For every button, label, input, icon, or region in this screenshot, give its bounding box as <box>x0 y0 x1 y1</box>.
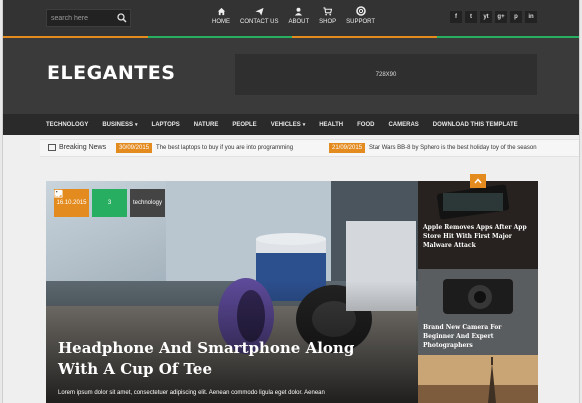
breaking-news-bar: Breaking News 30/09/2015 The best laptop… <box>40 139 579 157</box>
user-icon <box>294 6 304 16</box>
top-nav-label: ABOUT <box>288 19 310 25</box>
search-box <box>46 9 131 27</box>
google-plus-icon[interactable]: g+ <box>495 11 507 23</box>
news-date-badge: 30/09/2015 <box>116 143 153 153</box>
post-tag: technology <box>132 200 163 206</box>
twitter-icon[interactable]: t <box>465 11 477 23</box>
nav-label: DOWNLOAD THIS TEMPLATE <box>432 121 518 128</box>
pinterest-icon[interactable]: p <box>510 11 522 23</box>
news-headline: The best laptops to buy if you are into … <box>156 145 294 151</box>
top-nav-label: SUPPORT <box>346 19 376 25</box>
nav-item-health[interactable]: HEALTH <box>319 122 343 128</box>
news-date-badge: 21/09/2015 <box>329 143 366 153</box>
post-date: 16.10.2015 <box>56 200 87 206</box>
breaking-news-item[interactable]: 21/09/2015 Star Wars BB-8 by Sphero is t… <box>329 143 537 153</box>
top-bar: HOME CONTACT US ABOUT SHOP <box>3 0 579 36</box>
nav-item-cameras[interactable]: CAMERAS <box>388 122 418 128</box>
top-nav-contact[interactable]: CONTACT US <box>235 6 283 25</box>
comment-count: 3 <box>107 200 112 206</box>
site-header: ELEGANTES 728X90 <box>3 38 579 114</box>
nav-item-laptops[interactable]: LAPTOPS <box>152 122 180 128</box>
featured-post[interactable]: 16.10.2015 3 technology Headphone And Sm… <box>46 181 418 403</box>
breaking-news-item[interactable]: 30/09/2015 The best laptops to buy if yo… <box>116 143 293 153</box>
facebook-icon[interactable]: f <box>450 11 462 23</box>
cart-icon <box>323 6 333 16</box>
side-post[interactable]: Brand New Camera For Beginner And Expert… <box>418 269 538 355</box>
top-nav-label: SHOP <box>319 19 337 25</box>
caret-down-icon: ▾ <box>302 121 306 128</box>
nav-label: PEOPLE <box>232 121 257 128</box>
side-post-image <box>418 355 538 403</box>
main-nav: TECHNOLOGY BUSINESS ▾ LAPTOPS NATURE PEOP… <box>3 114 579 135</box>
breaking-news-label: Breaking News <box>48 144 106 151</box>
nav-item-people[interactable]: PEOPLE <box>232 122 256 128</box>
paper-plane-icon <box>254 6 264 16</box>
top-nav-label: HOME <box>212 19 230 25</box>
site-logo[interactable]: ELEGANTES <box>47 62 175 84</box>
side-posts: Apple Removes Apps After App Store Hit W… <box>418 181 538 403</box>
nav-item-nature[interactable]: NATURE <box>194 122 219 128</box>
top-nav-support[interactable]: SUPPORT <box>341 6 380 25</box>
nav-label: FOOD <box>357 121 375 128</box>
lifebuoy-icon <box>355 6 366 16</box>
home-icon <box>216 6 226 16</box>
top-nav: HOME CONTACT US ABOUT SHOP SUPPORT <box>207 6 380 25</box>
nav-label: VEHICLES <box>270 121 301 128</box>
caret-down-icon: ▾ <box>135 121 138 128</box>
comments-badge[interactable]: 3 <box>54 189 127 217</box>
side-post[interactable]: Apple Removes Apps After App Store Hit W… <box>418 181 538 269</box>
youtube-icon[interactable]: yt <box>480 11 492 23</box>
breaking-news-text: Breaking News <box>59 144 107 151</box>
ad-banner[interactable]: 728X90 <box>235 54 537 95</box>
featured-title[interactable]: Headphone And Smartphone Along With A Cu… <box>58 338 378 380</box>
nav-label: TECHNOLOGY <box>46 121 89 128</box>
search-input[interactable] <box>51 10 113 26</box>
top-nav-shop[interactable]: SHOP <box>314 6 341 25</box>
nav-label: BUSINESS <box>102 121 134 128</box>
chevron-up-icon <box>474 178 482 184</box>
nav-item-business[interactable]: BUSINESS ▾ <box>102 122 137 128</box>
scroll-top-button[interactable] <box>470 174 486 188</box>
side-post[interactable] <box>418 355 538 403</box>
side-post-title: Apple Removes Apps After App Store Hit W… <box>423 224 527 249</box>
search-icon[interactable] <box>117 13 127 23</box>
featured-excerpt: Lorem ipsum dolor sit amet, consectetuer… <box>58 390 325 396</box>
tag-badge[interactable]: technology <box>54 189 165 217</box>
nav-label: CAMERAS <box>388 121 419 128</box>
nav-label: LAPTOPS <box>151 121 180 128</box>
side-post-title: Brand New Camera For Beginner And Expert… <box>423 324 502 349</box>
nav-item-technology[interactable]: TECHNOLOGY <box>46 122 88 128</box>
nav-item-food[interactable]: FOOD <box>357 122 374 128</box>
top-nav-about[interactable]: ABOUT <box>283 6 314 25</box>
nav-item-download[interactable]: DOWNLOAD THIS TEMPLATE <box>433 122 518 128</box>
newspaper-icon <box>48 144 56 151</box>
top-nav-label: CONTACT US <box>240 19 279 25</box>
tag-icon <box>54 189 63 198</box>
nav-label: NATURE <box>193 121 219 128</box>
top-nav-home[interactable]: HOME <box>207 6 235 25</box>
linkedin-icon[interactable]: in <box>525 11 537 23</box>
nav-label: HEALTH <box>319 121 344 128</box>
page: HOME CONTACT US ABOUT SHOP <box>2 0 580 403</box>
social-links: f t yt g+ p in <box>450 11 537 23</box>
nav-item-vehicles[interactable]: VEHICLES ▾ <box>271 122 306 128</box>
post-meta-badges: 16.10.2015 3 technology <box>54 189 165 217</box>
news-headline: Star Wars BB-8 by Sphero is the best hol… <box>369 145 537 151</box>
